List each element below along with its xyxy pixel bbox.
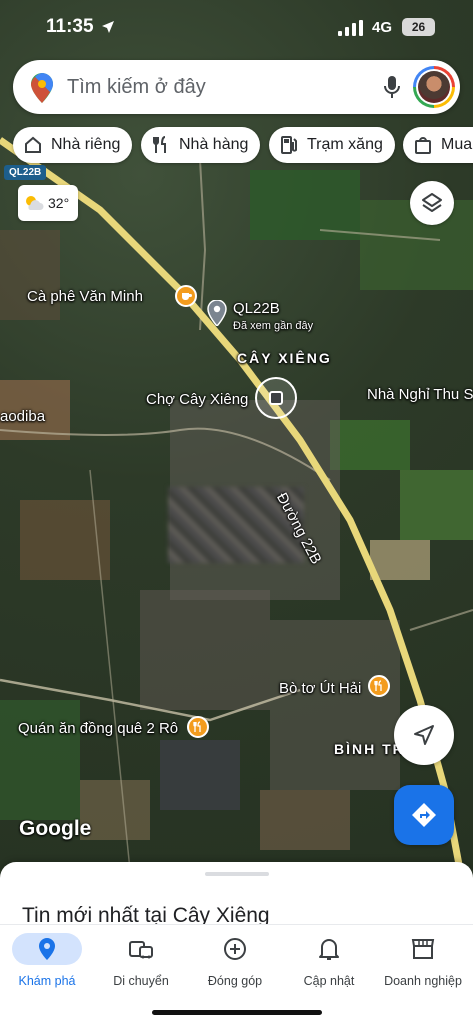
- label-bo-to[interactable]: Bò tơ Út Hải: [279, 680, 361, 697]
- restaurant-pin-icon[interactable]: [368, 675, 390, 697]
- road-badge: QL22B: [4, 165, 47, 180]
- label-ql22b[interactable]: QL22B: [233, 300, 280, 317]
- my-location-button[interactable]: [394, 705, 454, 765]
- commute-icon: [94, 933, 188, 965]
- nav-contribute[interactable]: Đóng góp: [188, 933, 282, 988]
- gas-station-icon: [281, 136, 297, 154]
- nav-commute[interactable]: Di chuyển: [94, 933, 188, 988]
- battery-icon: 26: [402, 18, 435, 36]
- avatar[interactable]: [413, 66, 455, 108]
- nav-business[interactable]: Doanh nghiệp: [376, 933, 470, 988]
- contribute-plus-icon: [188, 933, 282, 965]
- navigation-arrow-icon: [414, 725, 434, 745]
- nav-contribute-label: Đóng góp: [207, 974, 263, 988]
- chip-gas[interactable]: Trạm xăng: [269, 127, 395, 163]
- partly-cloudy-icon: [26, 196, 44, 210]
- layers-icon: [422, 193, 442, 212]
- directions-icon: [412, 803, 436, 827]
- label-market[interactable]: Chợ Cây Xiêng: [146, 391, 248, 408]
- recent-place-marker-icon[interactable]: [207, 300, 227, 326]
- nav-commute-label: Di chuyển: [113, 974, 169, 988]
- nav-updates-label: Cập nhật: [303, 974, 355, 988]
- temperature: 32°: [48, 195, 70, 211]
- google-watermark: Google: [19, 817, 92, 840]
- shopping-bag-icon: [415, 137, 431, 154]
- label-left-edge[interactable]: aodiba: [0, 408, 45, 425]
- chip-home-label: Nhà riêng: [51, 136, 121, 153]
- restaurant-pin-icon-2[interactable]: [187, 716, 209, 738]
- sheet-handle[interactable]: [205, 872, 269, 876]
- status-time: 11:35: [46, 16, 94, 37]
- chip-restaurant-label: Nhà hàng: [179, 136, 249, 153]
- cafe-pin-icon[interactable]: [175, 285, 197, 307]
- label-motel[interactable]: Nhà Nghỉ Thu Sư: [367, 386, 473, 403]
- mic-icon[interactable]: [383, 75, 401, 99]
- directions-button[interactable]: [394, 785, 454, 845]
- user-location-marker: [255, 377, 297, 419]
- label-quan-an[interactable]: Quán ăn đồng quê 2 Rô: [18, 720, 178, 737]
- layers-button[interactable]: [410, 181, 454, 225]
- explore-pin-icon: [12, 933, 82, 965]
- bell-icon: [282, 933, 376, 965]
- restaurant-icon: [153, 136, 166, 153]
- chip-home[interactable]: Nhà riêng: [13, 127, 133, 163]
- label-binh-tr: BÌNH TR: [334, 741, 405, 757]
- nav-business-label: Doanh nghiệp: [384, 974, 462, 988]
- label-area: CÂY XIÊNG: [237, 350, 332, 366]
- home-indicator: [152, 1010, 322, 1015]
- bottom-navigation: Khám phá Di chuyển Đóng góp Cập nhật Doa…: [0, 924, 473, 1024]
- signal-icon: [338, 20, 363, 36]
- label-cafe[interactable]: Cà phê Văn Minh: [27, 288, 143, 305]
- home-icon: [25, 136, 41, 153]
- nav-updates[interactable]: Cập nhật: [282, 933, 376, 988]
- search-bar[interactable]: Tìm kiếm ở đây: [13, 60, 460, 114]
- weather-badge[interactable]: 32°: [18, 185, 78, 221]
- market-icon: [269, 391, 283, 405]
- location-arrow-icon: [102, 21, 114, 33]
- store-icon: [376, 933, 470, 965]
- chip-shopping[interactable]: Mua: [403, 127, 473, 163]
- nav-explore[interactable]: Khám phá: [0, 933, 94, 988]
- chip-gas-label: Trạm xăng: [307, 136, 383, 153]
- nav-explore-label: Khám phá: [18, 974, 76, 988]
- network-type: 4G: [372, 19, 393, 36]
- label-recent: Đã xem gần đây: [233, 320, 314, 332]
- chip-shopping-label: Mua: [441, 136, 473, 153]
- maps-logo-icon: [31, 73, 53, 103]
- status-bar: 11:35 4G 26: [0, 0, 473, 52]
- chip-restaurant[interactable]: Nhà hàng: [141, 127, 261, 163]
- search-input[interactable]: Tìm kiếm ở đây: [67, 76, 206, 99]
